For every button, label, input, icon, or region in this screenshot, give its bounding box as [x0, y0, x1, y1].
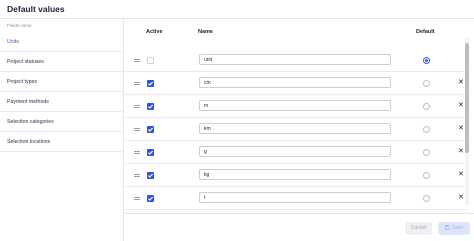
drag-handle-icon[interactable]: [134, 151, 140, 155]
cancel-button-label: Cancel: [410, 225, 427, 231]
default-radio[interactable]: [423, 172, 430, 179]
sidebar-header: Fields name: [7, 23, 32, 28]
table-row: ✕: [124, 164, 467, 187]
column-header-default: Default: [416, 29, 435, 35]
delete-icon[interactable]: ✕: [458, 147, 464, 156]
drag-handle-icon[interactable]: [134, 197, 140, 201]
active-checkbox[interactable]: [147, 57, 154, 64]
values-table: Active Name Default ✕ ✕ ✕ ✕ ✕ ✕ Cancel Save: [124, 19, 474, 241]
table-row: ✕: [124, 141, 467, 164]
sidebar-item-selection-categories[interactable]: Selection categories: [0, 112, 123, 132]
column-header-active: Active: [146, 29, 163, 35]
sidebar-item-project-statuses[interactable]: Project statuses: [0, 52, 123, 72]
name-input[interactable]: [199, 123, 391, 134]
title-bar: Default values: [0, 0, 474, 19]
drag-handle-icon[interactable]: [134, 105, 140, 109]
default-radio[interactable]: [423, 57, 430, 64]
name-input[interactable]: [199, 169, 391, 180]
delete-icon[interactable]: ✕: [458, 78, 464, 87]
delete-icon[interactable]: ✕: [458, 124, 464, 133]
default-radio[interactable]: [423, 80, 430, 87]
active-checkbox[interactable]: [147, 149, 154, 156]
drag-handle-icon[interactable]: [134, 128, 140, 132]
table-row: ✕: [124, 118, 467, 141]
active-checkbox[interactable]: [147, 172, 154, 179]
name-input[interactable]: [199, 77, 391, 88]
active-checkbox[interactable]: [147, 126, 154, 133]
scrollbar[interactable]: [465, 38, 469, 205]
active-checkbox[interactable]: [147, 195, 154, 202]
sidebar-item-project-types[interactable]: Project types: [0, 72, 123, 92]
drag-handle-icon[interactable]: [134, 82, 140, 86]
footer: Cancel Save: [124, 213, 474, 241]
default-radio[interactable]: [423, 126, 430, 133]
delete-icon[interactable]: ✕: [458, 101, 464, 110]
column-header-name: Name: [198, 29, 213, 35]
table-row: [124, 49, 467, 72]
default-radio[interactable]: [423, 103, 430, 110]
scrollbar-thumb[interactable]: [465, 43, 469, 153]
name-input[interactable]: [199, 192, 391, 203]
save-button[interactable]: Save: [438, 222, 470, 235]
active-checkbox[interactable]: [147, 103, 154, 110]
sidebar-item-payment-methods[interactable]: Payment methods: [0, 92, 123, 112]
default-radio[interactable]: [423, 195, 430, 202]
delete-icon[interactable]: ✕: [458, 193, 464, 202]
name-input[interactable]: [199, 146, 391, 157]
floppy-disk-icon: [444, 224, 450, 230]
table-row: ✕: [124, 187, 467, 210]
table-row: ✕: [124, 72, 467, 95]
sidebar-item-selection-locations[interactable]: Selection locations: [0, 132, 123, 152]
name-input[interactable]: [199, 54, 391, 65]
sidebar-item-units[interactable]: Units: [0, 32, 123, 52]
sidebar: Fields name Units Project statuses Proje…: [0, 19, 124, 241]
drag-handle-icon[interactable]: [134, 59, 140, 63]
default-radio[interactable]: [423, 149, 430, 156]
cancel-button[interactable]: Cancel: [405, 222, 432, 235]
delete-icon[interactable]: ✕: [458, 170, 464, 179]
drag-handle-icon[interactable]: [134, 174, 140, 178]
save-button-label: Save: [451, 225, 464, 231]
name-input[interactable]: [199, 100, 391, 111]
page-title: Default values: [7, 4, 65, 14]
table-row: ✕: [124, 95, 467, 118]
active-checkbox[interactable]: [147, 80, 154, 87]
